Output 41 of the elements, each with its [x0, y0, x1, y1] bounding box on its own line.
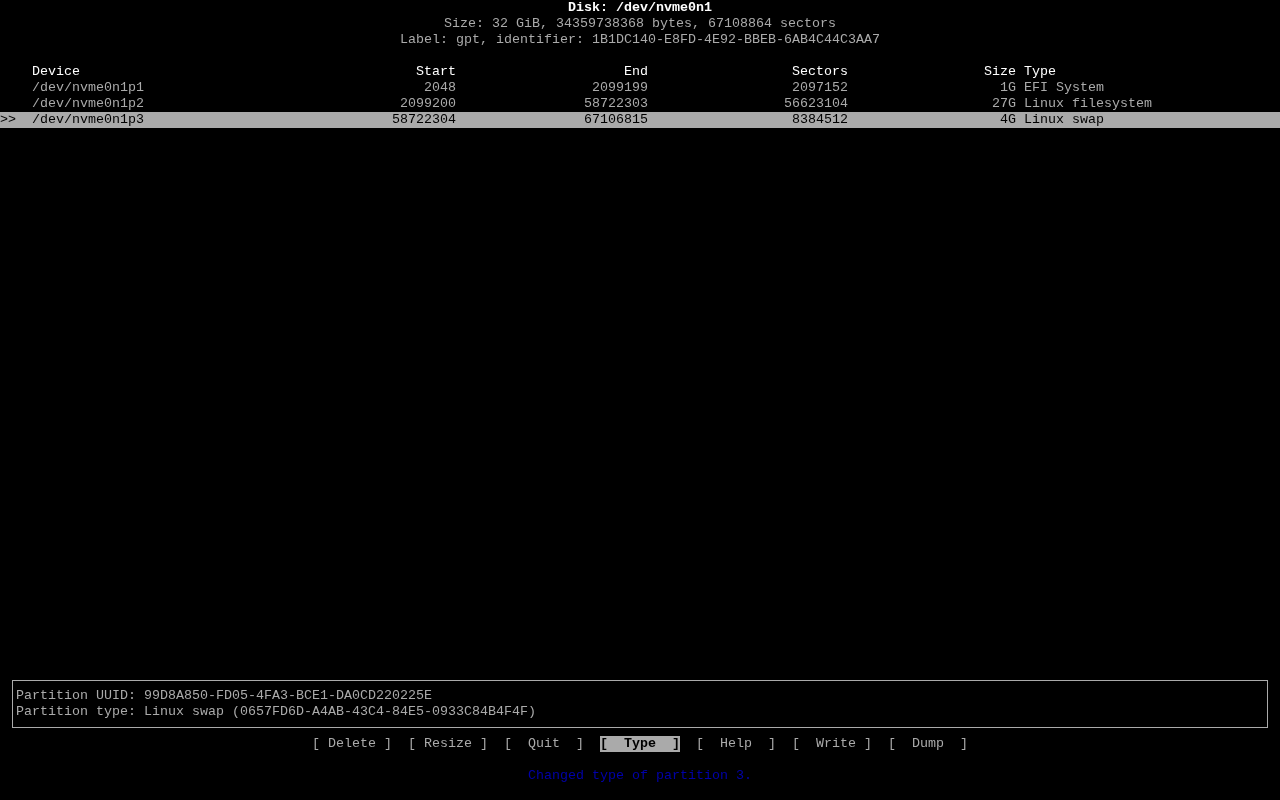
partition-row[interactable]: /dev/nvme0n1p2 2099200 58722303 56623104 27G Linux filesystem — [0, 96, 1280, 112]
table-cell: Linux filesystem — [1024, 96, 1152, 112]
table-cell-text: /dev/nvme0n1p3 — [32, 112, 145, 128]
menu-button[interactable]: [ Delete ] — [312, 736, 393, 752]
table-cell-text: /dev/nvme0n1p1 — [32, 80, 145, 96]
column-header: End — [623, 64, 648, 80]
menu-button[interactable]: [ Resize ] — [408, 736, 488, 752]
menu-button[interactable]: [ Quit ] — [504, 736, 584, 752]
column-header: Device — [32, 64, 81, 80]
table-cell-text: 2099199 — [591, 80, 648, 96]
menu-button[interactable]: [ Help ] — [696, 736, 776, 752]
table-cell-text: 8384512 — [791, 112, 848, 128]
table-cell-text: 58722304 — [391, 112, 456, 128]
cursor-marker: >> — [0, 112, 16, 127]
column-header: Type — [1024, 64, 1056, 80]
menu-button[interactable]: [ Type ] — [600, 736, 680, 752]
partition-row[interactable]: /dev/nvme0n1p1 2048 2099199 2097152 1G EFI System — [0, 80, 1280, 96]
table-cell: Linux swap — [1024, 112, 1104, 128]
disk-title: Disk: /dev/nvme0n1 — [568, 0, 712, 16]
disk-size-text: Size: 32 GiB, 34359738368 bytes, 67108864 sectors — [444, 16, 836, 32]
table-cell-text: 1G — [999, 80, 1016, 96]
table-cell-text: 27G — [991, 96, 1016, 112]
column-header: Sectors — [791, 64, 848, 80]
menu-button[interactable]: [ Dump ] — [887, 736, 968, 752]
menu-button[interactable]: [ Write ] — [791, 736, 872, 752]
table-cell-text: 67106815 — [583, 112, 648, 128]
table-cell-text: 2099200 — [399, 96, 456, 112]
info-text: Partition type: Linux swap (0657FD6D-A4AB-43C4-84E5-0933C84B4F4F) — [16, 704, 537, 720]
table-cell-text: /dev/nvme0n1p2 — [32, 96, 145, 112]
info-text: Partition UUID: 99D8A850-FD05-4FA3-BCE1-DA0CD220225E — [16, 688, 433, 704]
column-header: Start — [415, 64, 456, 80]
partition-row[interactable]: >> /dev/nvme0n1p3 58722304 67106815 8384512 4G Linux swap — [0, 112, 1280, 128]
table-cell-text: 56623104 — [783, 96, 848, 112]
column-header: Size — [983, 64, 1016, 80]
table-cell: EFI System — [1024, 80, 1104, 96]
status-message: Changed type of partition 3. — [528, 768, 752, 784]
table-cell-text: 58722303 — [583, 96, 648, 112]
table-cell-text: 2048 — [423, 80, 456, 96]
table-cell-text: 4G — [999, 112, 1016, 128]
table-cell-text: 2097152 — [791, 80, 848, 96]
disk-label-text: Label: gpt, identifier: 1B1DC140-E8FD-4E92-BBEB-6AB4C44C3AA7 — [400, 32, 880, 48]
